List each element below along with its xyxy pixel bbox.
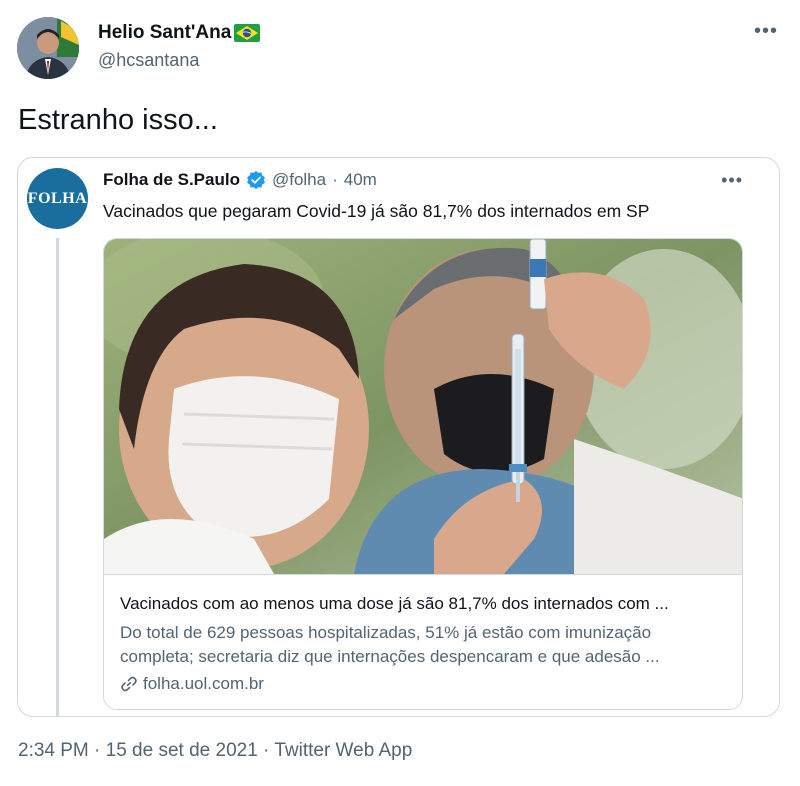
tweet-metadata[interactable]: 2:34 PM · 15 de set de 2021 · Twitter We… [18, 740, 412, 762]
profile-photo [17, 17, 79, 79]
quoted-more-options-icon[interactable]: ••• [721, 170, 743, 191]
author-name[interactable]: Helio Sant'Ana [98, 22, 261, 44]
quoted-timestamp[interactable]: 40m [344, 170, 377, 190]
quoted-header: Folha de S.Paulo @folha · 40m [103, 170, 377, 190]
quoted-avatar-logo: FOLHA [27, 189, 88, 207]
vaccination-photo [104, 239, 742, 574]
card-title: Vacinados com ao menos uma dose já são 8… [120, 594, 669, 613]
link-card[interactable]: Vacinados com ao menos uma dose já são 8… [103, 238, 743, 710]
card-domain: folha.uol.com.br [143, 674, 264, 693]
thread-line [56, 238, 59, 716]
author-handle[interactable]: @hcsantana [98, 50, 199, 71]
card-link[interactable]: folha.uol.com.br [120, 674, 728, 694]
verified-badge-icon [247, 170, 265, 190]
author-avatar[interactable] [17, 17, 79, 79]
brazil-flag-icon [234, 24, 261, 42]
author-name-text: Helio Sant'Ana [98, 22, 232, 43]
link-icon [121, 676, 137, 692]
card-image[interactable] [104, 239, 742, 574]
quoted-name[interactable]: Folha de S.Paulo [103, 170, 240, 190]
tweet-text: Estranho isso... [18, 104, 218, 136]
more-options-icon[interactable]: ••• [754, 20, 778, 43]
card-description: Do total de 629 pessoas hospitalizadas, … [120, 623, 660, 666]
separator-dot: · [332, 170, 338, 189]
quoted-avatar[interactable]: FOLHA [27, 168, 88, 229]
quoted-tweet[interactable]: FOLHA Folha de S.Paulo @folha · 40m ••• … [17, 157, 780, 717]
card-body[interactable]: Vacinados com ao menos uma dose já são 8… [104, 574, 742, 709]
quoted-handle[interactable]: @folha [272, 170, 326, 190]
quoted-text: Vacinados que pegaram Covid-19 já são 81… [103, 201, 650, 221]
